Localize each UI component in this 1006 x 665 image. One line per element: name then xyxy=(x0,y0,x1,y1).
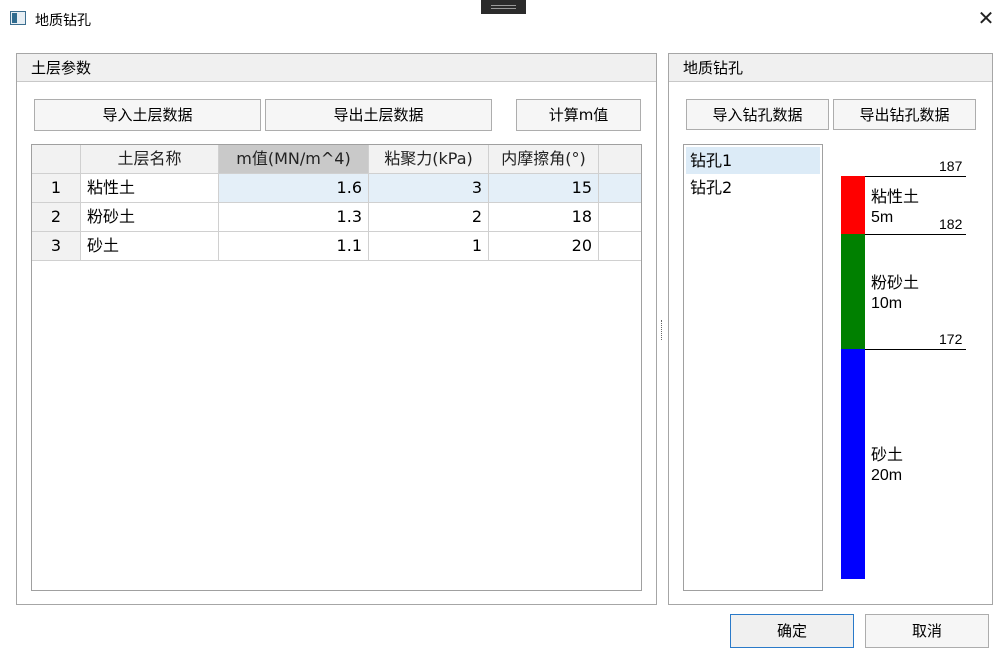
calc-m-button[interactable]: 计算m值 xyxy=(516,99,641,131)
title-bar: 地质钻孔 ✕ xyxy=(0,0,1006,38)
grid-corner[interactable] xyxy=(32,145,81,174)
borehole-header: 地质钻孔 xyxy=(669,54,992,82)
col-header-name[interactable]: 土层名称 xyxy=(81,145,219,174)
soil-layer-silty-sand xyxy=(841,234,865,349)
elevation-label-172: 172 xyxy=(939,331,963,347)
soil-params-panel: 土层参数 导入土层数据 导出土层数据 计算m值 土层名称 m值(MN/m^4) … xyxy=(16,53,657,605)
close-button[interactable]: ✕ xyxy=(966,0,1006,38)
window-title: 地质钻孔 xyxy=(35,13,91,29)
cell-cohesion[interactable]: 1 xyxy=(369,232,489,261)
cell-m[interactable]: 1.3 xyxy=(219,203,369,232)
list-item-borehole-1[interactable]: 钻孔1 xyxy=(686,147,820,174)
cell-m[interactable]: 1.1 xyxy=(219,232,369,261)
app-window-icon xyxy=(10,11,26,25)
layer-label-clay: 粘性土 5m xyxy=(871,189,920,226)
cell-name[interactable]: 粉砂土 xyxy=(81,203,219,232)
row-header[interactable]: 3 xyxy=(32,232,81,261)
ok-button[interactable]: 确定 xyxy=(730,614,854,648)
cell-name[interactable]: 粘性土 xyxy=(81,174,219,203)
list-item-borehole-2[interactable]: 钻孔2 xyxy=(686,174,820,201)
cell-friction[interactable]: 20 xyxy=(489,232,599,261)
borehole-panel: 地质钻孔 导入钻孔数据 导出钻孔数据 钻孔1 钻孔2 187 粘性土 5m 18… xyxy=(668,53,993,605)
soil-data-grid[interactable]: 土层名称 m值(MN/m^4) 粘聚力(kPa) 内摩擦角(°) 1 粘性土 1… xyxy=(31,144,642,591)
cell-name[interactable]: 砂土 xyxy=(81,232,219,261)
drag-handle[interactable] xyxy=(481,0,526,14)
layer-label-silty-sand: 粉砂土 10m xyxy=(871,275,920,312)
soil-params-header: 土层参数 xyxy=(17,54,656,82)
row-filler xyxy=(599,232,641,261)
col-header-m[interactable]: m值(MN/m^4) xyxy=(219,145,369,174)
cell-friction[interactable]: 15 xyxy=(489,174,599,203)
export-borehole-button[interactable]: 导出钻孔数据 xyxy=(833,99,976,130)
cell-friction[interactable]: 18 xyxy=(489,203,599,232)
cell-m[interactable]: 1.6 xyxy=(219,174,369,203)
col-header-friction[interactable]: 内摩擦角(°) xyxy=(489,145,599,174)
elevation-label-182: 182 xyxy=(939,216,963,232)
row-header[interactable]: 1 xyxy=(32,174,81,203)
soil-layer-clay xyxy=(841,176,865,234)
borehole-list[interactable]: 钻孔1 钻孔2 xyxy=(683,144,823,591)
soil-layer-sand xyxy=(841,349,865,579)
import-soil-button[interactable]: 导入土层数据 xyxy=(34,99,261,131)
elevation-label-top: 187 xyxy=(939,158,963,174)
cancel-button[interactable]: 取消 xyxy=(865,614,989,648)
col-header-filler xyxy=(599,145,641,174)
import-borehole-button[interactable]: 导入钻孔数据 xyxy=(686,99,829,130)
cell-cohesion[interactable]: 3 xyxy=(369,174,489,203)
row-header[interactable]: 2 xyxy=(32,203,81,232)
row-filler xyxy=(599,203,641,232)
row-filler xyxy=(599,174,641,203)
layer-label-sand: 砂土 20m xyxy=(871,447,904,484)
export-soil-button[interactable]: 导出土层数据 xyxy=(265,99,492,131)
panel-splitter[interactable] xyxy=(661,320,664,340)
col-header-cohesion[interactable]: 粘聚力(kPa) xyxy=(369,145,489,174)
cell-cohesion[interactable]: 2 xyxy=(369,203,489,232)
